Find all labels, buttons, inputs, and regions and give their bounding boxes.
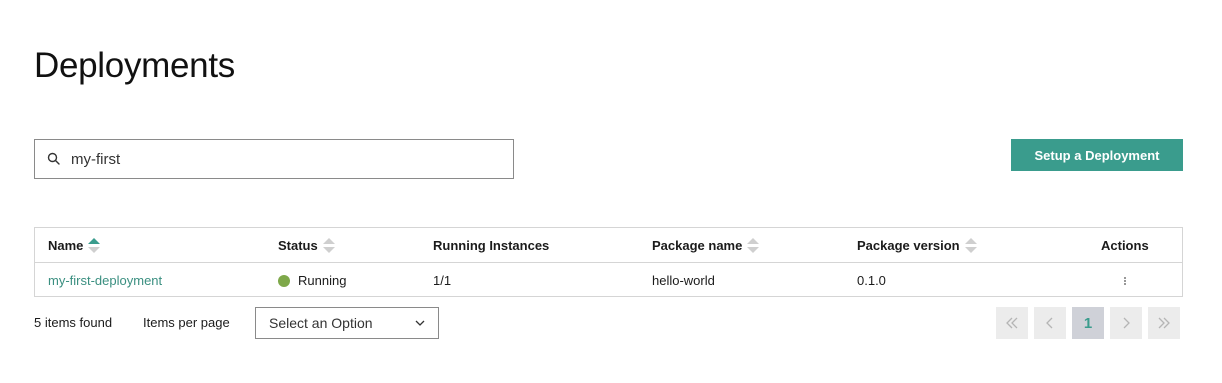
deployments-table: Name Status Running Instances Package na… [34, 227, 1183, 297]
column-header-status[interactable]: Status [278, 228, 335, 263]
previous-page-button[interactable] [1034, 307, 1066, 339]
sort-icon[interactable] [964, 237, 977, 255]
last-page-button[interactable] [1148, 307, 1180, 339]
sort-icon[interactable] [322, 237, 335, 255]
next-page-button[interactable] [1110, 307, 1142, 339]
first-page-button[interactable] [996, 307, 1028, 339]
column-header-package-version[interactable]: Package version [857, 228, 977, 263]
page-1-button[interactable]: 1 [1072, 307, 1104, 339]
status-text: Running [298, 273, 347, 288]
items-per-page-select[interactable]: Select an Option [255, 307, 439, 339]
deployment-name-link[interactable]: my-first-deployment [48, 273, 162, 288]
running-instances-cell: 1/1 [433, 273, 452, 288]
table-header-row: Name Status Running Instances Package na… [35, 228, 1182, 263]
chevron-right-icon [1123, 317, 1130, 329]
select-placeholder: Select an Option [269, 315, 373, 331]
chevron-left-icon [1046, 317, 1053, 329]
search-box[interactable] [34, 139, 514, 179]
kebab-menu-icon[interactable] [1117, 273, 1133, 289]
sort-ascending-icon[interactable] [88, 237, 101, 255]
chevron-down-icon [415, 320, 425, 326]
package-name-cell: hello-world [652, 273, 715, 288]
deployment-name-cell: my-first-deployment [48, 263, 162, 298]
setup-deployment-button[interactable]: Setup a Deployment [1011, 139, 1183, 171]
status-running-icon [278, 274, 290, 287]
search-icon [47, 152, 60, 165]
column-header-running-instances: Running Instances [433, 238, 550, 253]
column-header-actions: Actions [1101, 238, 1149, 253]
actions-cell [1117, 263, 1133, 298]
package-version-cell: 0.1.0 [857, 273, 886, 288]
column-header-name[interactable]: Name [48, 228, 101, 263]
page-title: Deployments [34, 46, 235, 85]
double-chevron-left-icon [1006, 317, 1018, 329]
sort-icon[interactable] [747, 237, 760, 255]
items-found-count: 5 items found [34, 315, 113, 330]
table-row: my-first-deployment Running 1/1 hello-wo… [35, 263, 1182, 298]
search-input[interactable] [71, 140, 501, 178]
items-per-page-label: Items per page [143, 315, 230, 330]
column-header-package-name[interactable]: Package name [652, 228, 760, 263]
status-cell: Running [278, 263, 346, 298]
double-chevron-right-icon [1158, 317, 1170, 329]
